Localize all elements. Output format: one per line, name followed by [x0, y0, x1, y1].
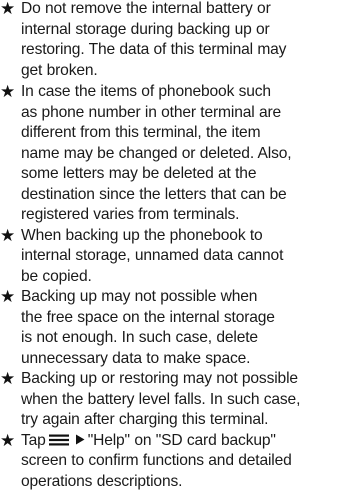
note-text-line: some letters may be deleted at the [21, 164, 339, 185]
note-text-line: When backing up the phonebook to [21, 226, 339, 247]
right-arrow-icon [75, 431, 85, 442]
note-text-line: different from this terminal, the item [21, 123, 339, 144]
note-text-line: Backing up or restoring may not possible [21, 369, 339, 390]
note-text-line: be copied. [21, 267, 339, 288]
help-screen-text: "Help" on "SD card backup" [88, 432, 276, 449]
note-text-line: operations descriptions. [21, 472, 339, 492]
note-text-line: destination since the letters that can b… [21, 185, 339, 206]
note-text-line: as phone number in other terminal are [21, 103, 339, 124]
star-bullet-icon: ★ [0, 431, 19, 452]
note-text-line: In case the items of phonebook such [21, 82, 339, 103]
notes-list: ★ Do not remove the internal battery or … [0, 0, 339, 492]
note-item: ★ When backing up the phonebook to inter… [0, 226, 339, 288]
note-text-line: name may be changed or deleted. Also, [21, 144, 339, 165]
note-text-line: get broken. [21, 61, 339, 82]
star-bullet-icon: ★ [0, 82, 19, 103]
note-text-line: is not enough. In such case, delete [21, 328, 339, 349]
note-text-line: registered varies from terminals. [21, 205, 339, 226]
note-text-line-with-icons: Tap "Help" on "SD card backup" [21, 431, 339, 452]
note-item: ★ Backing up may not possible when the f… [0, 287, 339, 369]
note-text-line: internal storage, unnamed data cannot [21, 246, 339, 267]
note-text-line: screen to confirm functions and detailed [21, 451, 339, 472]
note-item: ★ Do not remove the internal battery or … [0, 0, 339, 81]
note-item: ★ Backing up or restoring may not possib… [0, 369, 339, 431]
note-text-line: internal storage during backing up or [21, 20, 339, 41]
star-bullet-icon: ★ [0, 0, 19, 20]
note-item: ★ In case the items of phonebook such as… [0, 82, 339, 226]
note-text-line: Backing up may not possible when [21, 287, 339, 308]
note-item: ★ Tap "Help" on "SD card backup" screen t… [0, 431, 339, 492]
note-text-line: the free space on the internal storage [21, 308, 339, 329]
note-text-line: Do not remove the internal battery or [21, 0, 339, 20]
star-bullet-icon: ★ [0, 287, 19, 308]
note-text-line: try again after charging this terminal. [21, 410, 339, 431]
note-text-line: when the battery level falls. In such ca… [21, 390, 339, 411]
menu-icon [48, 432, 70, 444]
tap-word: Tap [21, 432, 46, 449]
note-text-line: restoring. The data of this terminal may [21, 40, 339, 61]
note-text-line: unnecessary data to make space. [21, 349, 339, 370]
star-bullet-icon: ★ [0, 369, 19, 390]
star-bullet-icon: ★ [0, 226, 19, 247]
